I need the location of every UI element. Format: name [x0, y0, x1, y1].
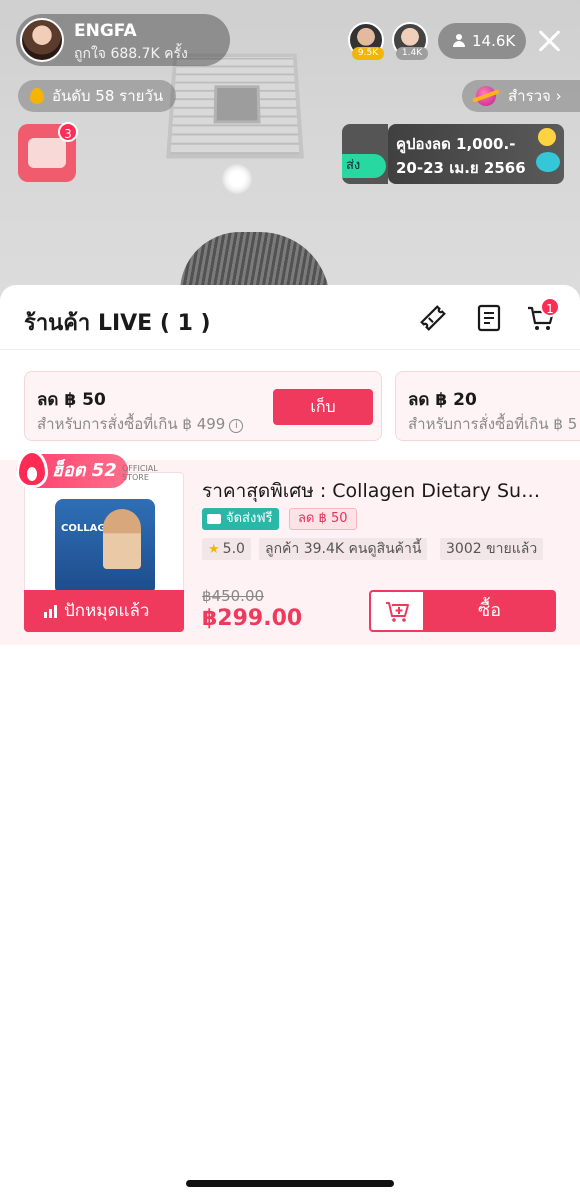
ceiling-vent — [166, 53, 304, 159]
product-can: COLLAGEN — [55, 499, 155, 595]
sun-icon — [538, 128, 556, 146]
buy-button[interactable]: ซื้อ — [423, 590, 556, 632]
flame-icon — [30, 88, 44, 104]
hot-label: ฮ็อต — [52, 460, 86, 481]
fish-icon — [536, 152, 560, 172]
add-to-cart-button[interactable] — [369, 590, 425, 632]
chevron-right-icon: › — [555, 87, 562, 105]
product-title[interactable]: ราคาสุดพิเศษ : Collagen Dietary Suppleme… — [202, 476, 552, 506]
pinned-label: ปักหมุดแล้ว — [64, 601, 150, 621]
planet-icon — [476, 86, 496, 106]
product-model — [103, 509, 141, 569]
free-shipping-chip: จัดส่งฟรี — [202, 508, 279, 530]
voucher-title: ลด ฿ 50 — [37, 390, 106, 410]
screen: ENGFA ถูกใจ 688.7K ครั้ง 9.5K 1.4K 14.6K… — [0, 0, 580, 1200]
viewer-count-text: 14.6K — [472, 32, 516, 50]
voucher-condition: สำหรับการสั่งซื้อที่เกิน ฿ 5 — [408, 415, 578, 433]
viewer-count[interactable]: 14.6K — [438, 23, 526, 59]
voucher-condition-text: สำหรับการสั่งซื้อที่เกิน ฿ 499 — [37, 415, 226, 433]
explore-button[interactable]: สำรวจ › — [462, 80, 580, 112]
pinned-bar: ปักหมุดแล้ว — [24, 590, 184, 632]
original-price: ฿450.00 — [202, 587, 265, 605]
rating-value: 5.0 — [222, 541, 245, 557]
host-avatar[interactable] — [20, 18, 64, 62]
explore-label: สำรวจ — [508, 87, 551, 105]
sheet-title: ร้านค้า LIVE ( 1 ) — [24, 311, 211, 336]
ticket-icon[interactable] — [418, 303, 448, 333]
host-name: ENGFA — [74, 21, 137, 41]
close-icon[interactable] — [534, 25, 566, 57]
official-store-line2: STORE — [122, 473, 149, 482]
coupon-banner[interactable]: คูปองลด 1,000.- 20-23 เม.ย 2566 — [388, 124, 564, 184]
hot-tag: ฮ็อต 52 — [16, 450, 128, 488]
discount-chip: ลด ฿ 50 — [289, 508, 357, 530]
voucher-card[interactable]: ลด ฿ 50 สำหรับการสั่งซื้อที่เกิน ฿ 499 i … — [24, 371, 382, 441]
cart-badge: 1 — [540, 297, 560, 317]
sold-chip: 3002 ขายแล้ว — [440, 538, 544, 560]
info-icon[interactable]: i — [229, 419, 244, 433]
promo-banner-tag: ส่ง — [342, 154, 386, 178]
voucher-condition: สำหรับการสั่งซื้อที่เกิน ฿ 499 i — [37, 412, 244, 436]
rating-chip: ★ 5.0 — [202, 538, 251, 560]
host-likes: ถูกใจ 688.7K ครั้ง — [74, 46, 188, 62]
viewer-avatar-badge: 1.4K — [396, 47, 428, 60]
live-shop-sheet: ร้านค้า LIVE ( 1 ) 1 ลด ฿ 50 สำหรับการสั… — [0, 285, 580, 1200]
hot-number: 52 — [91, 460, 117, 481]
coupon-banner-dates: 20-23 เม.ย 2566 — [396, 159, 526, 177]
truck-icon — [207, 514, 221, 524]
daily-rank[interactable]: อันดับ 58 รายวัน — [18, 80, 176, 112]
host-profile[interactable]: ENGFA ถูกใจ 688.7K ครั้ง — [16, 14, 230, 66]
viewer-avatar[interactable]: 9.5K — [348, 22, 384, 60]
voucher-title: ลด ฿ 20 — [408, 390, 477, 410]
official-store-line1: OFFICIAL — [122, 464, 158, 473]
person-icon — [452, 34, 466, 48]
live-video[interactable]: ENGFA ถูกใจ 688.7K ครั้ง 9.5K 1.4K 14.6K… — [0, 0, 580, 300]
viewer-avatar-badge: 9.5K — [352, 47, 384, 60]
ceiling-lamp — [222, 164, 252, 194]
viewers-chip: ลูกค้า 39.4K คนดูสินค้านี้ — [259, 538, 428, 560]
voucher-card[interactable]: ลด ฿ 20 สำหรับการสั่งซื้อที่เกิน ฿ 5 — [395, 371, 580, 441]
viewer-avatar[interactable]: 1.4K — [392, 22, 428, 60]
divider — [0, 349, 580, 350]
collect-voucher-button[interactable]: เก็บ — [273, 389, 373, 425]
free-shipping-text: จัดส่งฟรี — [226, 511, 273, 526]
bars-icon — [44, 605, 58, 618]
gift-badge: 3 — [58, 122, 78, 142]
add-to-cart-icon — [386, 602, 409, 622]
fire-icon — [16, 450, 48, 488]
doc-icon[interactable] — [474, 303, 504, 333]
coupon-banner-title: คูปองลด 1,000.- — [396, 135, 516, 153]
product-item[interactable]: COLLAGEN ฮ็อต 52 OFFICIAL STORE ปักหมุดแ… — [0, 450, 580, 645]
home-indicator[interactable] — [186, 1180, 394, 1187]
official-store-tag: OFFICIAL STORE — [122, 464, 158, 482]
daily-rank-text: อันดับ 58 รายวัน — [52, 87, 164, 105]
sale-price: ฿299.00 — [202, 606, 303, 631]
star-icon: ★ — [208, 542, 220, 557]
